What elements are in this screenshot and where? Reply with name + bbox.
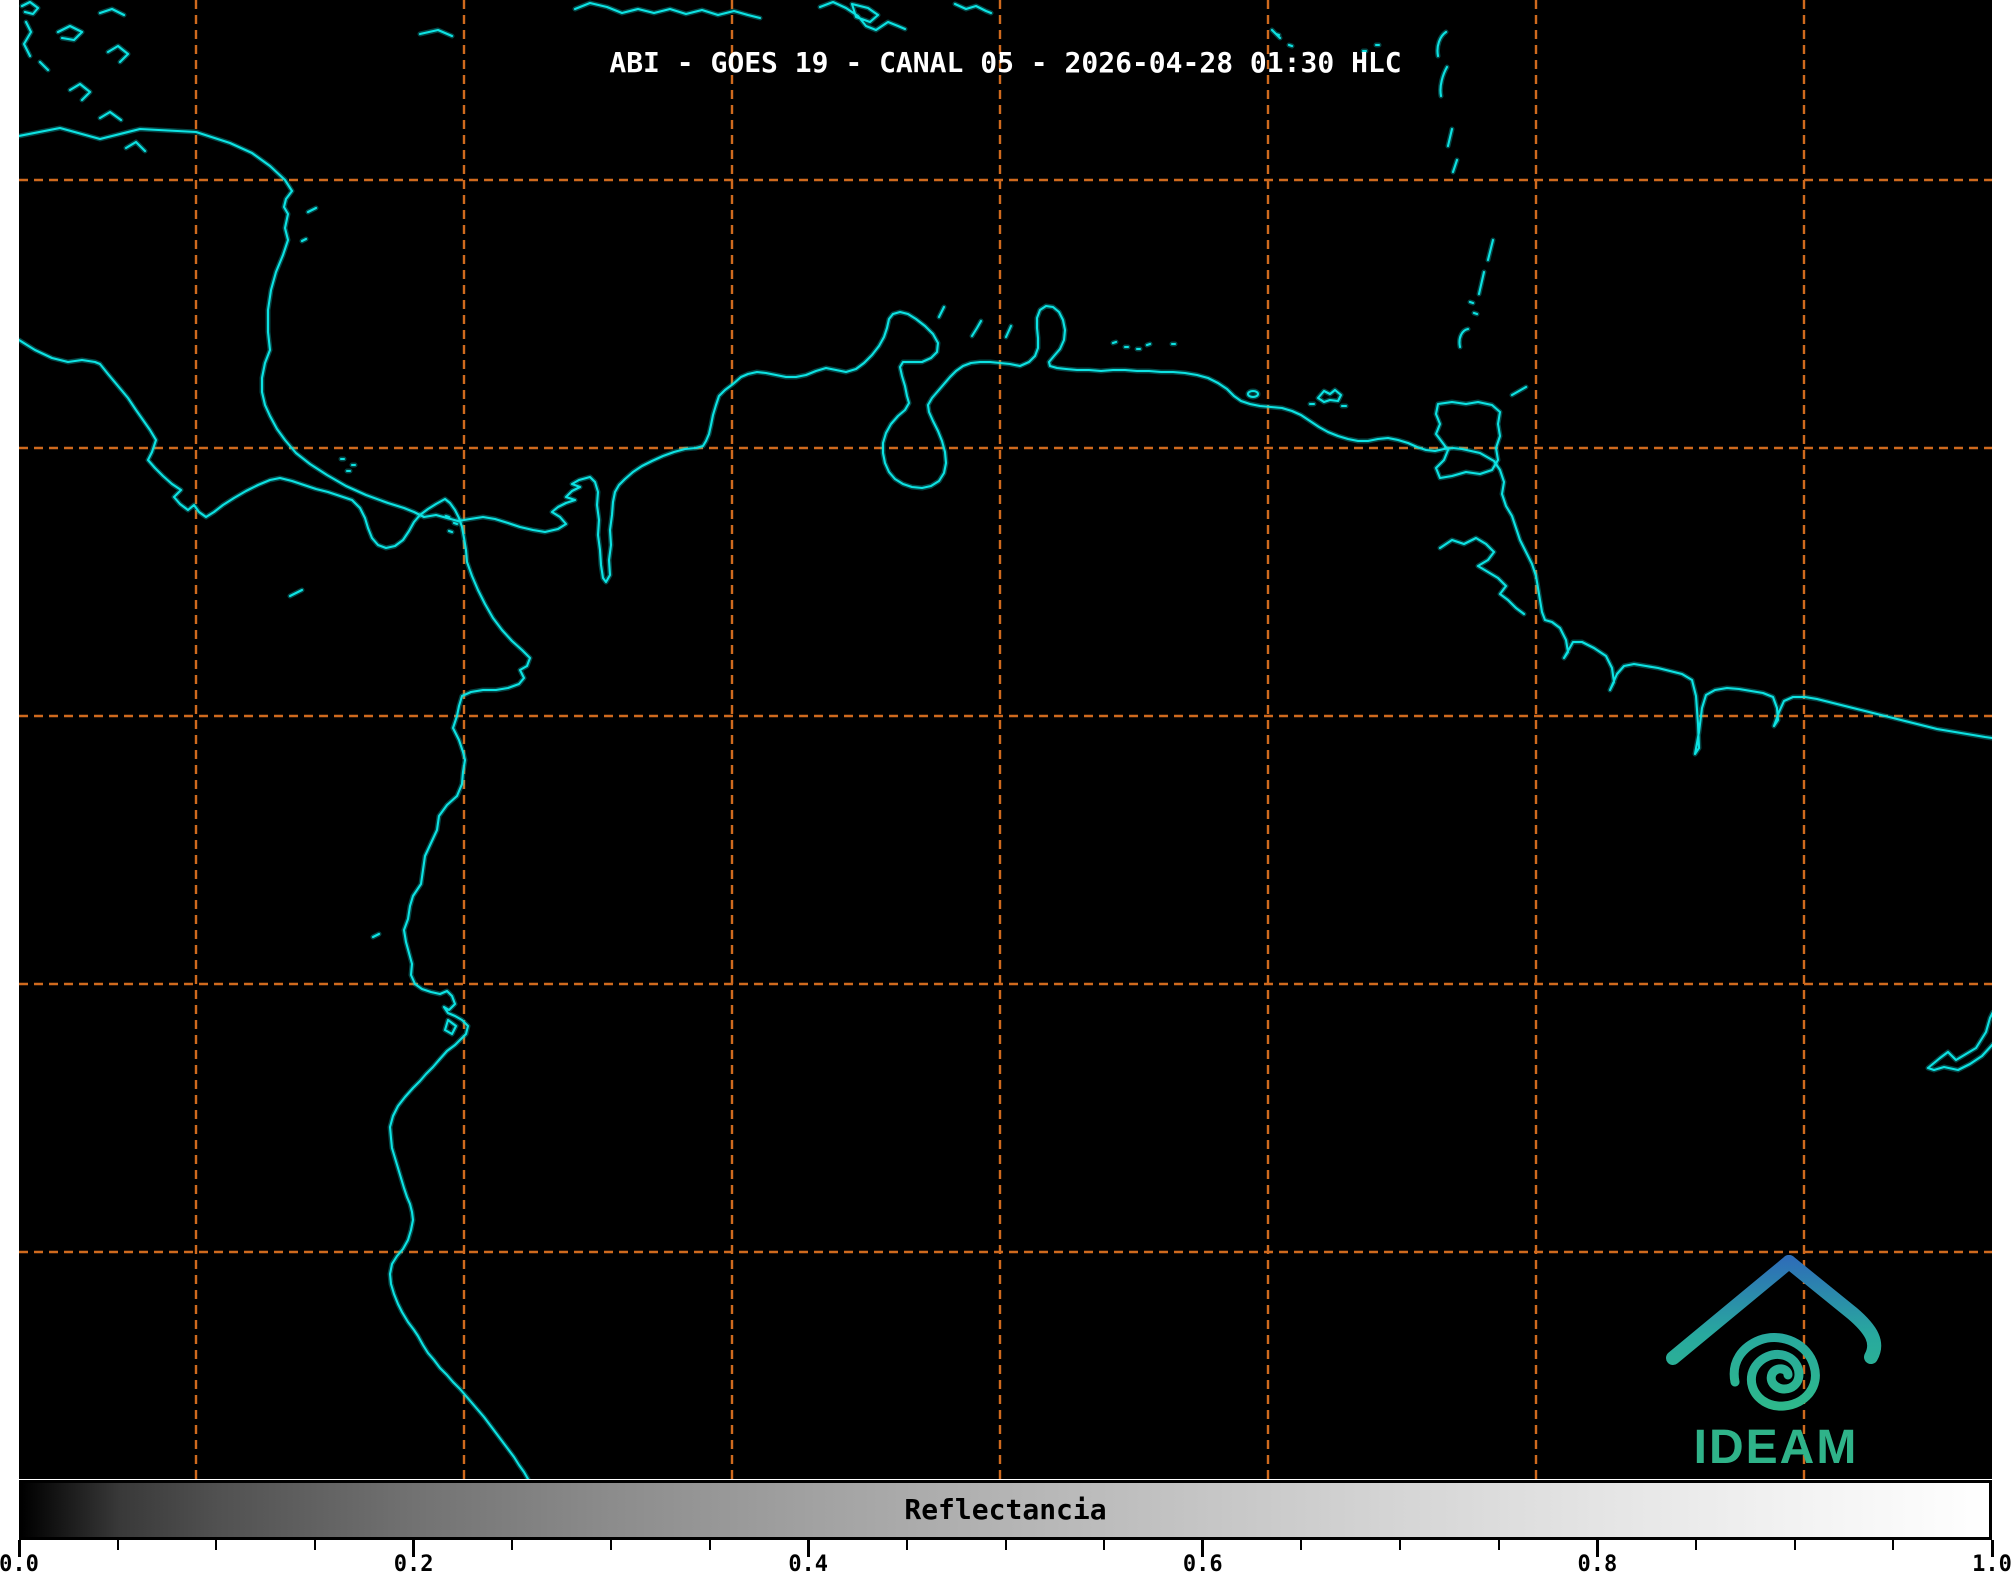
- colorbar-label: Reflectancia: [904, 1493, 1107, 1526]
- colorbar-minor-tick: [1793, 1540, 1796, 1550]
- colorbar-tick-label: 0.8: [1577, 1552, 1618, 1577]
- figure: { "title": "ABI - GOES 19 - CANAL 05 - 2…: [0, 0, 2011, 1577]
- colorbar-minor-tick: [609, 1540, 612, 1550]
- colorbar-minor-tick: [1300, 1540, 1303, 1550]
- colorbar-minor-tick: [215, 1540, 218, 1550]
- colorbar: Reflectancia: [19, 1480, 1992, 1540]
- colorbar-tick-label: 0.4: [788, 1552, 829, 1577]
- colorbar-tick-label: 0.2: [393, 1552, 434, 1577]
- satellite-map: IDEAM ABI - GOES 19 - CANAL 05 - 2026-04…: [0, 0, 2011, 1479]
- colorbar-minor-tick: [313, 1540, 316, 1550]
- logo-text: IDEAM: [1694, 1421, 1859, 1474]
- colorbar-minor-tick: [905, 1540, 908, 1550]
- colorbar-minor-tick: [1892, 1540, 1895, 1550]
- colorbar-tick-label: 1.0: [1972, 1552, 2011, 1577]
- colorbar-minor-tick: [1103, 1540, 1106, 1550]
- colorbar-minor-tick: [708, 1540, 711, 1550]
- colorbar-minor-tick: [1497, 1540, 1500, 1550]
- colorbar-tick-label: 0.6: [1182, 1552, 1223, 1577]
- colorbar-minor-tick: [116, 1540, 119, 1550]
- colorbar-minor-tick: [1399, 1540, 1402, 1550]
- image-title: ABI - GOES 19 - CANAL 05 - 2026-04-28 01…: [609, 46, 1402, 79]
- colorbar-tick-label: 0.0: [0, 1552, 39, 1577]
- colorbar-minor-tick: [1695, 1540, 1698, 1550]
- colorbar-minor-tick: [1004, 1540, 1007, 1550]
- colorbar-minor-tick: [511, 1540, 514, 1550]
- map-svg: IDEAM: [19, 0, 1992, 1479]
